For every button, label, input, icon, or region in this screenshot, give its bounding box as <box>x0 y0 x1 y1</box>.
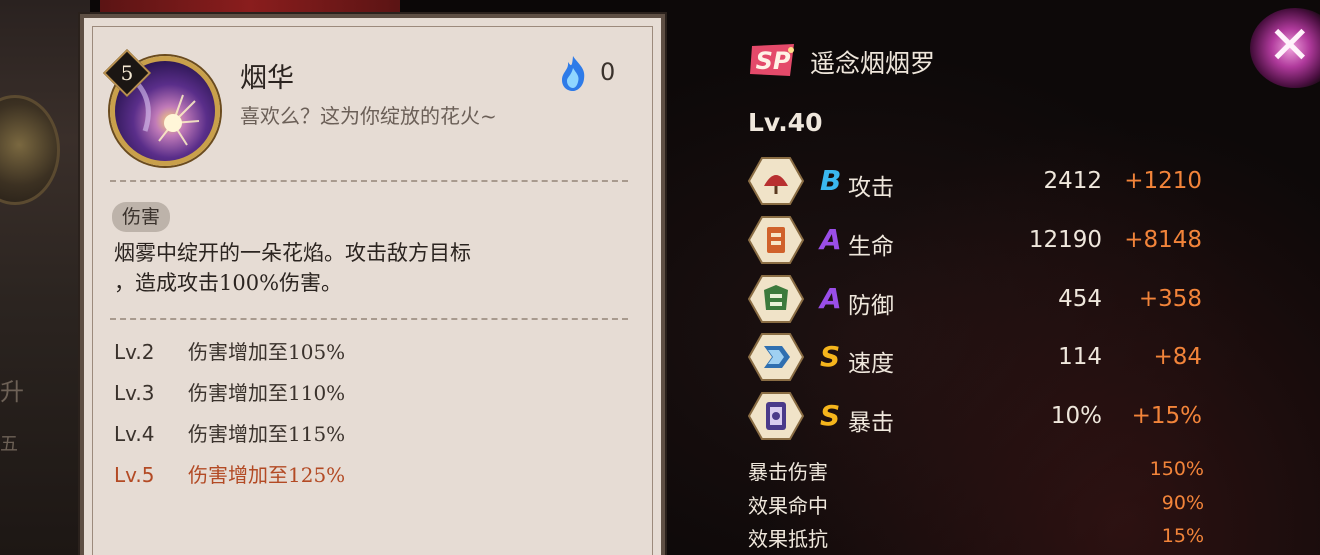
stat-grade: B <box>820 164 842 197</box>
background-left-panel: 升 五 <box>0 0 90 555</box>
skill-name: 烟华 <box>240 63 294 94</box>
shikigami-level: Lv.40 <box>748 108 823 137</box>
extra-stat-label: 暴击伤害 <box>748 460 828 484</box>
extra-stat-row: 暴击伤害 150% <box>748 456 1204 486</box>
skill-description: 烟雾中绽开的一朵花焰。攻击敌方目标 ，造成攻击100%伤害。 <box>114 238 614 298</box>
extra-stat-label: 效果抵抗 <box>748 527 828 551</box>
sp-rarity-badge: SP <box>750 44 794 76</box>
chevron-speed-icon <box>748 333 804 381</box>
stat-row-crit: S 暴击 10% +15% <box>748 391 1218 441</box>
stat-label: 暴击 <box>848 410 894 436</box>
shikigami-name: 遥念烟烟罗 <box>810 49 936 78</box>
description-line: 烟雾中绽开的一朵花焰。攻击敌方目标 <box>114 241 471 265</box>
skill-detail-panel: 5 烟华 喜欢么？这为你绽放的花火~ 0 伤害 烟雾中绽开的一朵花焰。攻击敌方目… <box>80 14 665 555</box>
rarity-text: SP <box>756 47 791 75</box>
stat-bonus-value: +1210 <box>1124 168 1202 194</box>
stat-row-attack: B 攻击 2412 +1210 <box>748 156 1218 206</box>
skill-quote: 喜欢么？这为你绽放的花火~ <box>240 104 497 128</box>
stat-base-value: 10% <box>1050 403 1102 429</box>
divider <box>110 180 628 182</box>
extra-stat-value: 90% <box>1161 492 1204 514</box>
background-emblem <box>0 95 60 205</box>
upgrade-level: Lv.5 <box>114 463 155 487</box>
background-text: 升 <box>0 378 24 406</box>
upgrade-row: Lv.3 伤害增加至110% <box>114 377 345 406</box>
upgrade-row-current: Lv.5 伤害增加至125% <box>114 459 345 488</box>
talisman-health-icon <box>748 216 804 264</box>
stat-label: 速度 <box>848 351 894 377</box>
stat-row-speed: S 速度 114 +84 <box>748 332 1218 382</box>
upgrade-level: Lv.4 <box>114 422 155 446</box>
stat-bonus-value: +84 <box>1153 344 1202 370</box>
stat-grade: A <box>820 282 842 315</box>
stat-bonus-value: +358 <box>1138 286 1202 312</box>
stat-grade: A <box>820 223 842 256</box>
onibi-fire-icon <box>562 56 585 91</box>
extra-stat-row: 效果命中 90% <box>748 490 1204 520</box>
extra-stat-label: 效果命中 <box>748 494 828 518</box>
extra-stat-value: 150% <box>1149 458 1204 480</box>
stat-label: 防御 <box>848 293 894 319</box>
stat-base-value: 12190 <box>1028 227 1102 253</box>
stat-base-value: 454 <box>1058 286 1102 312</box>
stat-grade: S <box>820 399 841 432</box>
skill-level-number: 5 <box>120 61 134 85</box>
fan-attack-icon <box>748 157 804 205</box>
upgrade-row: Lv.4 伤害增加至115% <box>114 418 345 447</box>
extra-stat-value: 15% <box>1161 525 1204 547</box>
stat-label: 攻击 <box>848 175 894 201</box>
armor-defense-icon <box>748 275 804 323</box>
upgrade-text: 伤害增加至110% <box>188 381 346 405</box>
close-icon: ✕ <box>1268 16 1312 76</box>
extra-stat-row: 效果抵抗 15% <box>748 523 1204 553</box>
skill-type-tag: 伤害 <box>112 202 171 232</box>
stat-row-defense: A 防御 454 +358 <box>748 274 1218 324</box>
stat-base-value: 114 <box>1058 344 1102 370</box>
stat-label: 生命 <box>848 234 894 260</box>
stat-base-value: 2412 <box>1043 168 1102 194</box>
divider <box>110 318 628 320</box>
stat-bonus-value: +8148 <box>1124 227 1202 253</box>
stat-bonus-value: +15% <box>1131 403 1202 429</box>
scroll-crit-icon <box>748 392 804 440</box>
description-line: ，造成攻击100%伤害。 <box>114 271 343 295</box>
background-text: 五 <box>0 434 18 455</box>
upgrade-text: 伤害增加至105% <box>188 340 346 364</box>
upgrade-row: Lv.2 伤害增加至105% <box>114 336 345 365</box>
stat-row-health: A 生命 12190 +8148 <box>748 215 1218 265</box>
upgrade-text: 伤害增加至125% <box>188 463 346 487</box>
upgrade-level: Lv.2 <box>114 340 155 364</box>
onibi-cost: 0 <box>600 58 616 86</box>
upgrade-text: 伤害增加至115% <box>188 422 346 446</box>
upgrade-level: Lv.3 <box>114 381 155 405</box>
stat-grade: S <box>820 340 841 373</box>
